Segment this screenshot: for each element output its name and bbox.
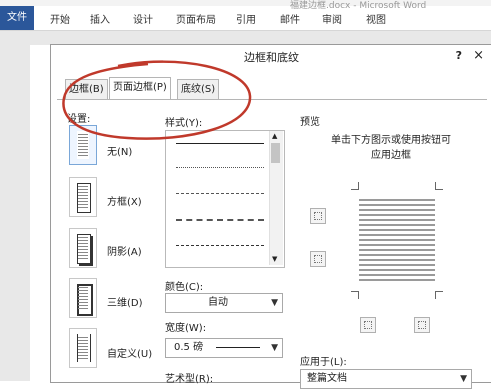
chevron-down-icon: ▼ — [271, 298, 278, 308]
close-button[interactable]: × — [473, 48, 484, 63]
left-border-button[interactable] — [360, 317, 376, 333]
scroll-down-icon[interactable]: ▼ — [272, 255, 277, 263]
document-title: 福建边框.docx - Microsoft Word — [290, 1, 427, 11]
corner-mark — [435, 182, 443, 190]
chevron-down-icon: ▼ — [460, 374, 467, 384]
style-scroll-thumb[interactable] — [271, 143, 280, 163]
color-value: 自动 — [208, 297, 228, 308]
setting-none-label[interactable]: 无(N) — [107, 143, 132, 158]
preview-hint-line1: 单击下方图示或使用按钮可 — [331, 135, 451, 146]
annotation-circle — [62, 60, 252, 140]
ribbon-tab-mailings[interactable]: 邮件 — [280, 11, 300, 26]
style-list[interactable] — [165, 130, 285, 268]
setting-custom-icon[interactable] — [69, 328, 97, 368]
style-dotted[interactable] — [176, 167, 264, 168]
width-sample-line — [216, 347, 260, 348]
apply-to-label: 应用于(L): — [300, 357, 347, 368]
corner-mark — [435, 291, 443, 299]
style-dashed[interactable] — [176, 219, 264, 221]
preview-text-lines — [359, 199, 435, 281]
ribbon-tab-view[interactable]: 视图 — [366, 11, 386, 26]
ribbon-tab-references[interactable]: 引用 — [236, 11, 256, 26]
style-dash-dot[interactable] — [176, 245, 264, 246]
setting-shadow-icon[interactable] — [69, 228, 97, 268]
art-label: 艺术型(R): — [165, 374, 214, 385]
right-border-button[interactable] — [414, 317, 430, 333]
ribbon-tab-review[interactable]: 审阅 — [322, 11, 342, 26]
style-dashed-small[interactable] — [176, 193, 264, 194]
width-label: 宽度(W): — [165, 323, 207, 334]
file-tab[interactable]: 文件 — [0, 6, 34, 30]
width-value: 0.5 磅 — [174, 342, 204, 353]
ribbon-tab-bar: 开始 插入 设计 页面布局 引用 邮件 审阅 视图 福建边框.docx - Mi… — [0, 1, 491, 31]
setting-shadow-label[interactable]: 阴影(A) — [107, 243, 142, 258]
preview-hint-line2: 应用边框 — [371, 150, 411, 161]
top-border-button[interactable] — [310, 208, 326, 224]
corner-mark — [351, 182, 359, 190]
ribbon-tab-design[interactable]: 设计 — [133, 11, 153, 26]
setting-box-label[interactable]: 方框(X) — [107, 193, 142, 208]
bottom-border-button[interactable] — [310, 251, 326, 267]
setting-3d-label[interactable]: 三维(D) — [107, 294, 143, 309]
scroll-up-icon[interactable]: ▲ — [272, 132, 277, 140]
preview-hint: 单击下方图示或使用按钮可 应用边框 — [331, 133, 451, 163]
preview-label: 预览 — [300, 117, 320, 128]
color-dropdown[interactable]: 自动 ▼ — [165, 293, 283, 313]
apply-to-value: 整篇文档 — [307, 373, 347, 384]
color-label: 颜色(C): — [165, 282, 204, 293]
apply-to-dropdown[interactable]: 整篇文档 ▼ — [300, 369, 472, 389]
ribbon-tab-home[interactable]: 开始 — [50, 11, 70, 26]
chevron-down-icon: ▼ — [271, 343, 278, 353]
setting-3d-icon[interactable] — [69, 278, 97, 318]
corner-mark — [351, 291, 359, 299]
setting-custom-label[interactable]: 自定义(U) — [107, 345, 152, 360]
ribbon-tab-insert[interactable]: 插入 — [90, 11, 110, 26]
ribbon-tab-layout[interactable]: 页面布局 — [176, 11, 216, 26]
width-dropdown[interactable]: 0.5 磅 ▼ — [165, 338, 283, 358]
style-solid[interactable] — [176, 143, 264, 144]
setting-box-icon[interactable] — [69, 177, 97, 217]
help-button[interactable]: ? — [456, 49, 462, 62]
